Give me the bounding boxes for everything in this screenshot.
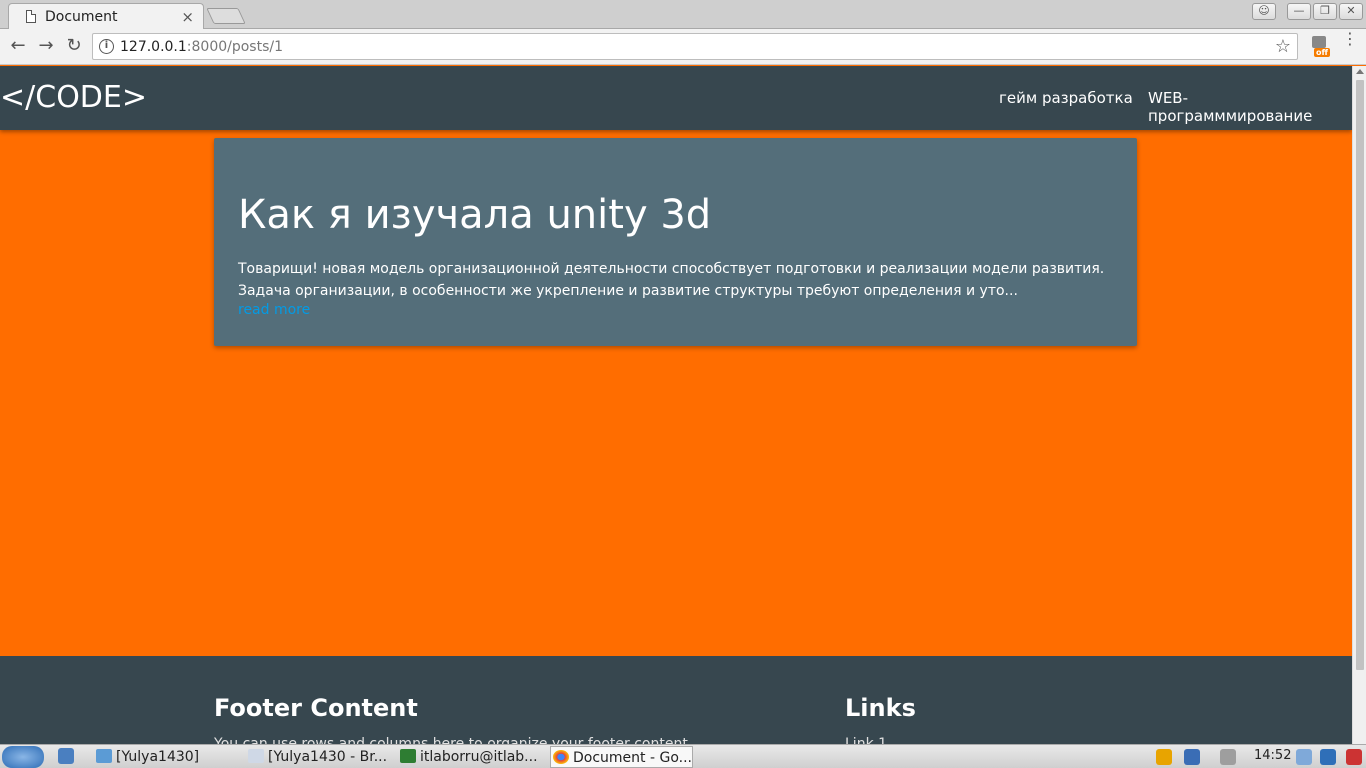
footer-content-text: You can use rows and columns here to org… — [214, 736, 693, 744]
read-more-link[interactable]: read more — [238, 302, 310, 318]
desktop-switcher-icon[interactable] — [1296, 749, 1312, 765]
taskbar-item-terminal[interactable]: itlaborru@itlab... — [398, 746, 548, 768]
document-icon — [26, 10, 36, 23]
back-icon[interactable]: ← — [7, 35, 29, 56]
post-excerpt: Товарищи! новая модель организационной д… — [238, 261, 1105, 299]
terminal-icon — [400, 749, 416, 763]
window-icon — [248, 749, 264, 763]
nav-link-web-programming[interactable]: WEB-программмирование — [1148, 89, 1352, 125]
dropbox-icon[interactable] — [1184, 749, 1200, 765]
show-desktop-icon[interactable] — [58, 748, 74, 764]
page-viewport: </CODE> гейм разработка WEB-программмиро… — [0, 66, 1352, 744]
maximize-button[interactable]: ❐ — [1313, 3, 1337, 20]
address-bar[interactable]: i 127.0.0.1:8000/posts/1 ☆ — [92, 33, 1298, 60]
bookmark-star-icon[interactable]: ☆ — [1275, 36, 1291, 57]
new-tab-button[interactable] — [206, 8, 246, 24]
browser-menu-icon[interactable]: ⋮ — [1342, 31, 1358, 47]
minimize-button[interactable]: — — [1287, 3, 1311, 20]
browser-toolbar: ← → ↻ i 127.0.0.1:8000/posts/1 ☆ off ⋮ — [0, 29, 1366, 65]
tab-close-icon[interactable]: × — [181, 8, 194, 26]
browser-tabstrip: Document × ☺ — ❐ ✕ — [0, 0, 1366, 29]
page-scrollbar[interactable] — [1352, 66, 1366, 744]
url-text: 127.0.0.1:8000/posts/1 — [120, 39, 284, 55]
folder-icon — [96, 749, 112, 763]
start-menu-button[interactable] — [2, 746, 44, 768]
nav-link-game-dev[interactable]: гейм разработка — [999, 89, 1133, 107]
reload-icon[interactable]: ↻ — [63, 35, 85, 56]
browser-tab[interactable]: Document × — [8, 3, 204, 29]
taskbar-item-folder[interactable]: [Yulya1430] — [94, 746, 244, 768]
post-title: Как я изучала unity 3d — [238, 192, 712, 238]
site-footer: Footer Content You can use rows and colu… — [0, 656, 1352, 744]
clock[interactable]: 14:52 — [1254, 748, 1291, 763]
site-logo[interactable]: </CODE> — [0, 80, 147, 115]
scrollbar-thumb[interactable] — [1356, 80, 1364, 670]
info-icon[interactable]: i — [99, 39, 114, 54]
taskbar-item-chrome[interactable]: Document - Go... — [550, 746, 693, 768]
battery-icon[interactable] — [1156, 749, 1172, 765]
forward-icon[interactable]: → — [35, 35, 57, 56]
tab-title: Document — [45, 9, 118, 25]
footer-links-title: Links — [845, 694, 916, 722]
warning-icon[interactable] — [1346, 749, 1362, 765]
profile-icon[interactable]: ☺ — [1252, 3, 1276, 20]
tray-arrow-icon[interactable] — [1132, 749, 1148, 765]
footer-content-title: Footer Content — [214, 694, 418, 722]
chrome-icon — [553, 750, 569, 764]
post-card: Как я изучала unity 3d Товарищи! новая м… — [214, 138, 1137, 346]
monitor-icon[interactable] — [1320, 749, 1336, 765]
site-navbar: </CODE> гейм разработка WEB-программмиро… — [0, 66, 1352, 130]
taskbar-item-folder-2[interactable]: [Yulya1430 - Br... — [246, 746, 396, 768]
extension-badge: off — [1314, 48, 1330, 57]
footer-link-1[interactable]: Link 1 — [845, 736, 887, 744]
extension-icon[interactable]: off — [1310, 36, 1330, 57]
close-window-button[interactable]: ✕ — [1339, 3, 1363, 20]
network-signal-icon[interactable] — [1220, 749, 1236, 765]
scroll-up-icon[interactable] — [1356, 69, 1364, 74]
os-taskbar: [Yulya1430] [Yulya1430 - Br... itlaborru… — [0, 744, 1366, 768]
